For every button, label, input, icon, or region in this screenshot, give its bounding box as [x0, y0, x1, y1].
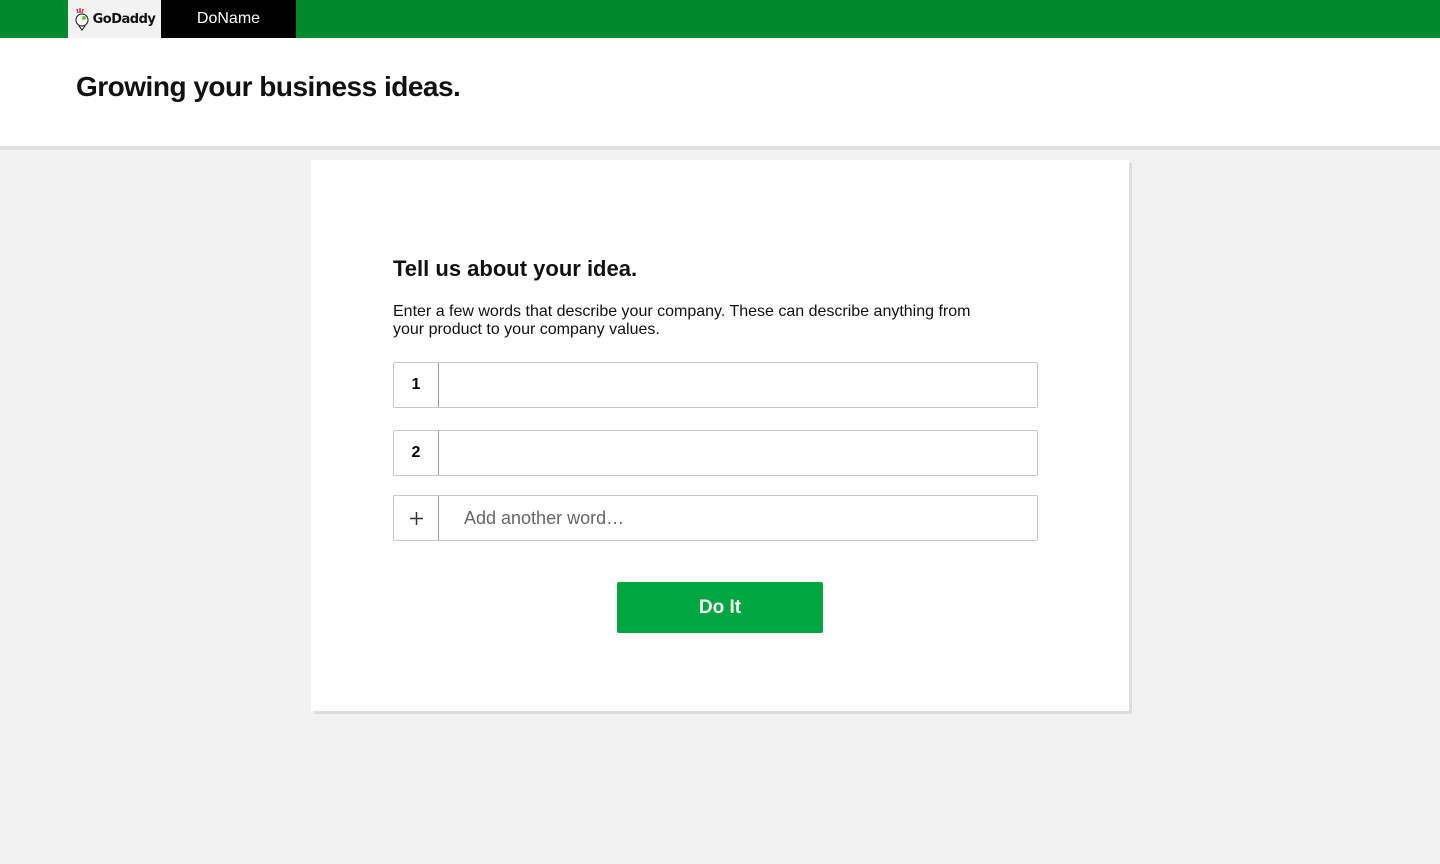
- word-field-1: 1: [393, 362, 1038, 408]
- word-input-2[interactable]: [439, 431, 1037, 475]
- do-it-button[interactable]: Do It: [617, 582, 823, 633]
- hero: Growing your business ideas.: [0, 38, 1440, 150]
- idea-form-card: Tell us about your idea. Enter a few wor…: [311, 160, 1129, 711]
- godaddy-guy-icon: [75, 8, 89, 31]
- plus-icon[interactable]: [394, 496, 439, 540]
- brand-name[interactable]: DoName: [161, 0, 296, 38]
- form-description: Enter a few words that describe your com…: [393, 303, 971, 338]
- field-number: 1: [394, 363, 439, 407]
- top-bar: GoDaddy DoName: [0, 0, 1440, 38]
- logo-text: GoDaddy: [92, 11, 156, 27]
- field-number: 2: [394, 431, 439, 475]
- form-title: Tell us about your idea.: [393, 256, 638, 281]
- add-word-input[interactable]: [439, 496, 1037, 540]
- word-field-2: 2: [393, 430, 1038, 476]
- page-title: Growing your business ideas.: [76, 71, 461, 102]
- add-word-field: [393, 495, 1038, 541]
- word-input-1[interactable]: [439, 363, 1037, 407]
- godaddy-logo[interactable]: GoDaddy: [68, 0, 161, 38]
